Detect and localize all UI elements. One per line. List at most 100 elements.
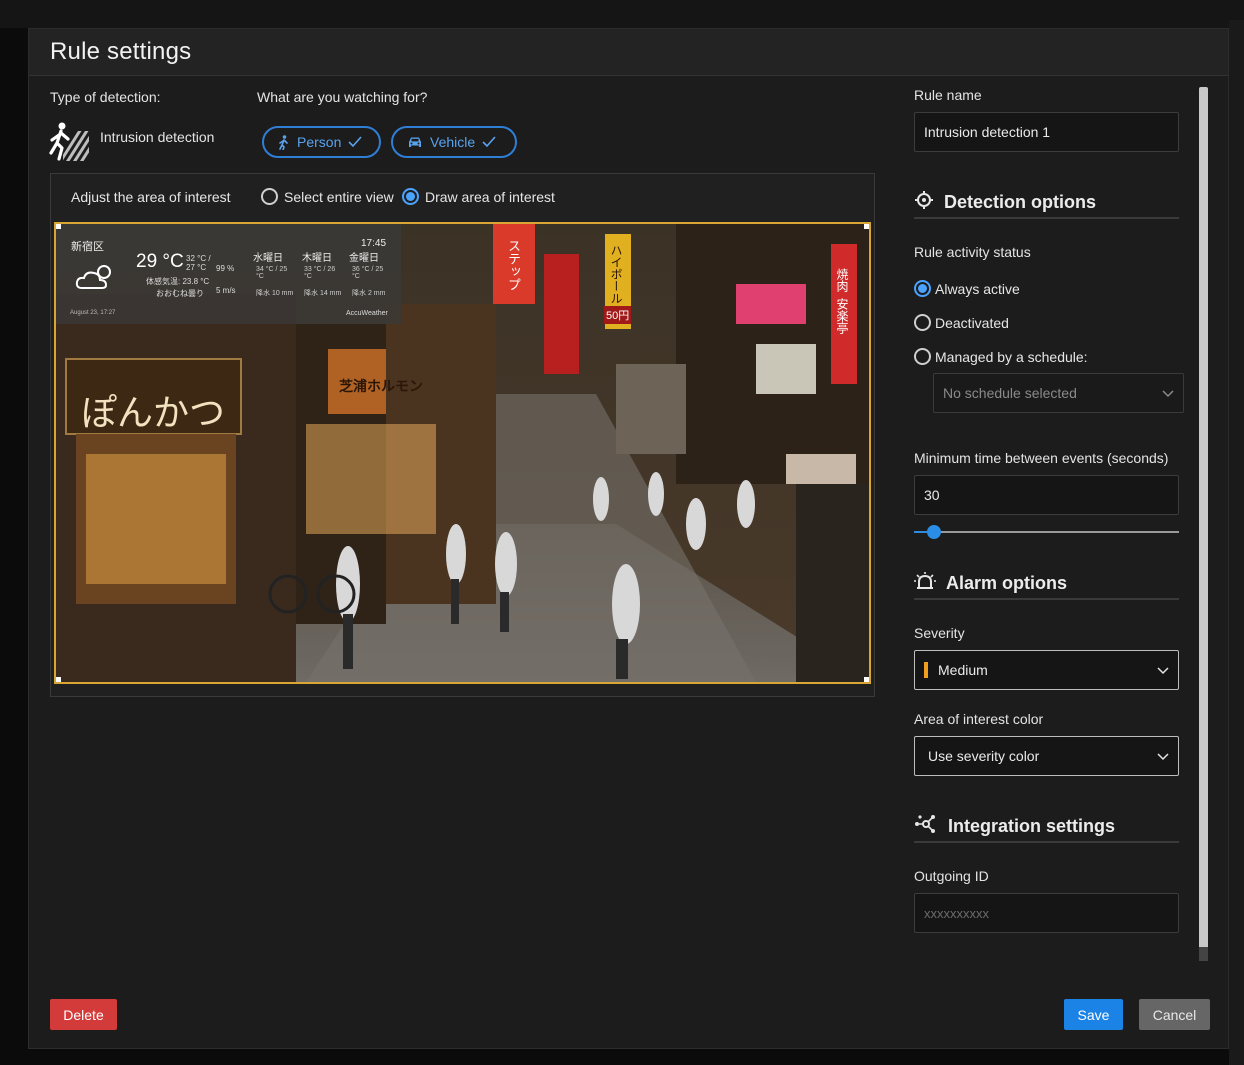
radio-draw-area[interactable]: Draw area of interest [402,188,555,205]
radio-circle[interactable] [914,348,931,365]
camera-view-aoi-canvas[interactable]: 新宿区 29 °C 32 °C / 27 °C 99 % 5 m/s 体感気温:… [54,222,871,684]
aoi-color-label: Area of interest color [914,711,1044,727]
radio-circle[interactable] [402,188,419,205]
radio-managed-by-schedule[interactable]: Managed by a schedule: [914,348,1088,365]
weather-humidity: 99 % [216,264,235,273]
weather-temperature: 29 °C [136,251,184,272]
alarm-options-header: Alarm options [914,568,1179,600]
accuweather-logo: AccuWeather [346,310,388,317]
dialog-title: Rule settings [50,38,192,65]
shop-sign-left: ぽんかつ [81,393,226,434]
section-title: Integration settings [948,815,1116,836]
aoi-handle-top-left[interactable] [56,224,61,229]
aoi-color-value: Use severity color [928,748,1040,764]
options-scrollbar[interactable] [1199,87,1208,961]
aoi-handle-bottom-right[interactable] [864,677,869,682]
weather-wind: 5 m/s [216,286,236,295]
car-icon [407,136,423,149]
radio-label: Draw area of interest [425,188,555,205]
shop-sign-center: 芝浦ホルモン [339,378,423,394]
weather-time: 17:45 [361,238,387,249]
rule-options-panel: Rule name Intrusion detection 1 Detectio… [914,29,1199,1029]
target-chip-person[interactable]: Person [262,126,381,158]
aoi-label: Adjust the area of interest [71,189,231,205]
intrusion-runner-icon [49,121,91,163]
cloudy-sun-icon [74,260,120,297]
radio-circle[interactable] [914,280,931,297]
forecast-temp: 36 °C / 25 °C [352,266,384,280]
integration-nodes-icon [914,814,938,839]
radio-always-active[interactable]: Always active [914,280,1020,297]
checkmark-icon [482,136,496,148]
type-of-detection-label: Type of detection: [50,89,161,105]
severity-label: Severity [914,625,965,641]
vertical-sign: ハイボール [609,244,623,304]
alarm-bell-icon [914,571,936,596]
slider-thumb[interactable] [927,525,941,539]
aoi-handle-bottom-left[interactable] [56,677,61,682]
radio-deactivated[interactable]: Deactivated [914,314,1009,331]
scrollbar-end [1199,947,1208,961]
watching-for-label: What are you watching for? [257,89,428,105]
section-title: Alarm options [946,572,1068,593]
forecast-rain: 降水 14 mm [304,290,342,297]
chevron-down-icon [1157,748,1169,764]
target-chip-vehicle[interactable]: Vehicle [391,126,517,158]
rule-activity-label: Rule activity status [914,244,1031,260]
severity-color-indicator [924,662,928,678]
radio-select-entire-view[interactable]: Select entire view [261,188,394,205]
forecast-day: 木曜日 [302,253,332,264]
integration-settings-header: Integration settings [914,811,1179,843]
min-time-input[interactable]: 30 [914,475,1179,515]
target-icon [914,190,934,215]
vertical-sign: ステップ [506,239,521,291]
rule-settings-dialog: Rule settings Type of detection: What ar… [28,28,1229,1049]
forecast-temp: 33 °C / 26 °C [304,266,336,280]
forecast-day: 水曜日 [253,253,283,264]
rule-name-label: Rule name [914,87,982,103]
target-chip-label: Person [297,134,342,150]
rule-name-input[interactable]: Intrusion detection 1 [914,112,1179,152]
detection-type-value: Intrusion detection [100,129,215,145]
weather-hi-lo: 32 °C / 27 °C [186,254,211,272]
chevron-down-icon [1162,385,1174,401]
schedule-select-value: No schedule selected [943,385,1077,401]
weather-feels-like: 体感気温: 23.8 °C [146,277,210,286]
aoi-color-select[interactable]: Use severity color [914,736,1179,776]
min-time-slider[interactable] [914,525,1179,539]
forecast-rain: 降水 10 mm [256,290,294,297]
section-title: Detection options [944,191,1096,212]
save-button[interactable]: Save [1064,999,1123,1030]
min-time-label: Minimum time between events (seconds) [914,450,1169,466]
forecast-rain: 降水 2 mm [352,290,386,297]
schedule-select[interactable]: No schedule selected [933,373,1184,413]
detection-options-header: Detection options [914,187,1179,219]
target-chip-label: Vehicle [430,134,476,150]
radio-label: Managed by a schedule: [935,348,1088,365]
severity-value: Medium [938,662,988,678]
chevron-down-icon [1157,662,1169,678]
delete-button[interactable]: Delete [50,999,117,1030]
cancel-button[interactable]: Cancel [1139,999,1210,1030]
aoi-handle-top-right[interactable] [864,224,869,229]
person-walking-icon [278,134,290,150]
outgoing-id-input[interactable]: xxxxxxxxxx [914,893,1179,933]
vertical-sign: 焼肉 [835,268,849,292]
radio-label: Select entire view [284,188,394,205]
background-app-strip [0,0,1244,28]
radio-label: Deactivated [935,314,1009,331]
checkmark-icon [348,136,362,148]
forecast-temp: 34 °C / 25 °C [256,266,288,280]
forecast-day: 金曜日 [349,253,379,264]
weather-updated: August 23, 17:27 [70,310,116,316]
vertical-sign: 安楽亭 [835,298,849,334]
area-of-interest-panel: Adjust the area of interest Select entir… [50,173,875,697]
radio-circle[interactable] [261,188,278,205]
weather-location: 新宿区 [71,241,104,253]
radio-circle[interactable] [914,314,931,331]
background-app-edge [1229,20,1244,1065]
outgoing-id-label: Outgoing ID [914,868,989,884]
severity-select[interactable]: Medium [914,650,1179,690]
radio-label: Always active [935,280,1020,297]
weather-condition: おおむね曇り [156,289,204,298]
